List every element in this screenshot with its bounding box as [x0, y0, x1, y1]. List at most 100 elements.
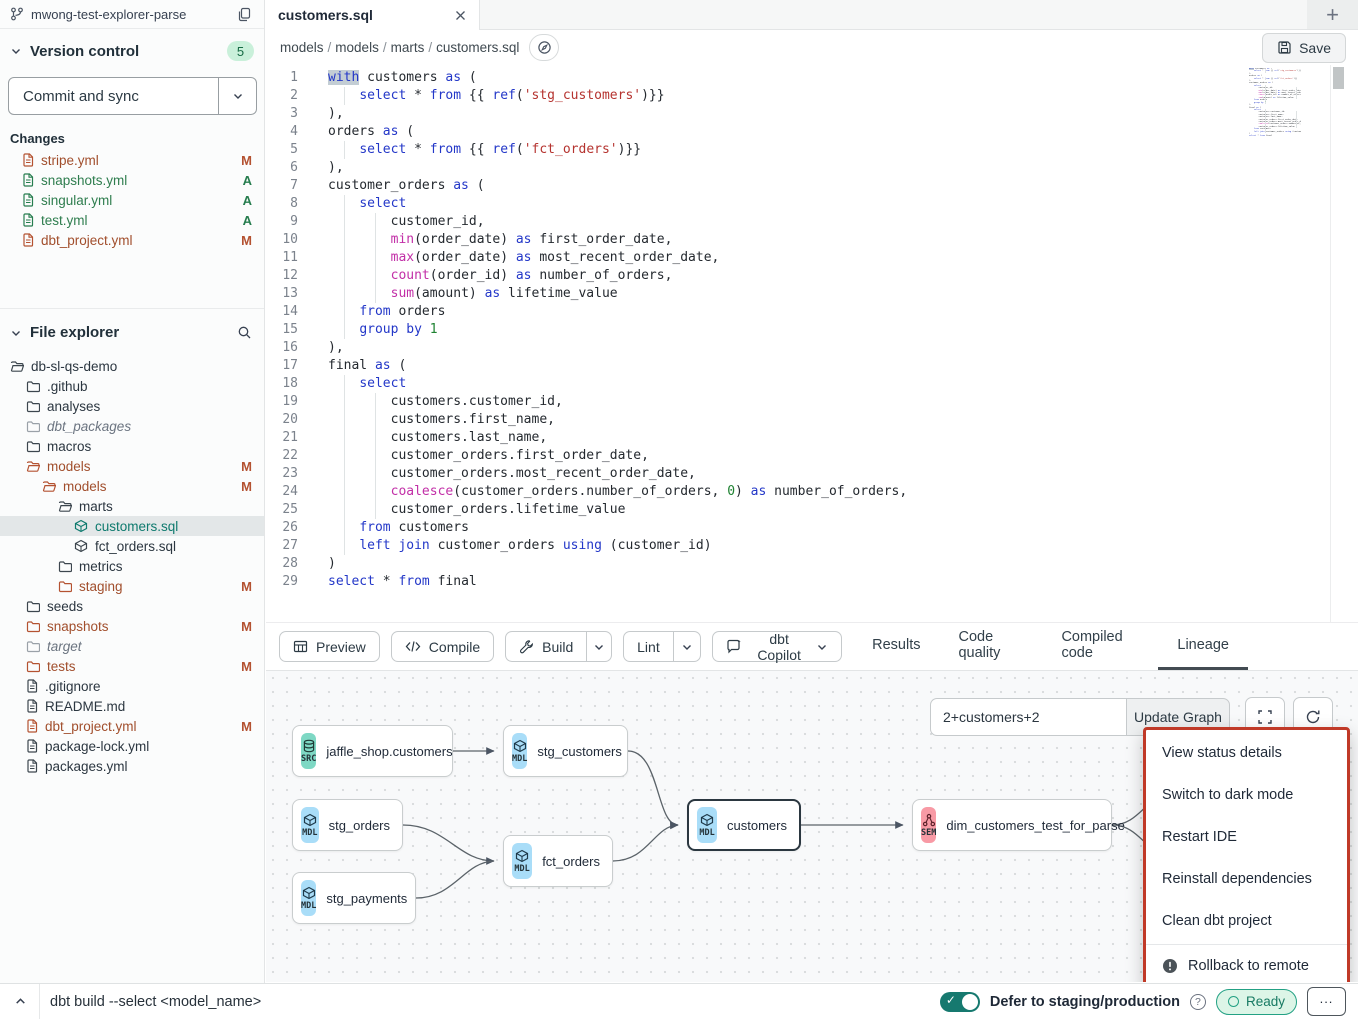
code-line[interactable]: 19 customers.customer_id, [266, 393, 1302, 411]
tree-item-db-sl-qs-demo[interactable]: db-sl-qs-demo [0, 356, 264, 376]
tree-item-dbt-project-yml[interactable]: dbt_project.ymlM [0, 716, 264, 736]
code-line[interactable]: 27 left join customer_orders using (cust… [266, 537, 1302, 555]
changed-file-row[interactable]: dbt_project.yml M [0, 230, 264, 250]
code-line[interactable]: 26 from customers [266, 519, 1302, 537]
tab-results[interactable]: Results [853, 623, 939, 670]
commit-and-sync-label[interactable]: Commit and sync [9, 78, 218, 114]
tree-item-tests[interactable]: testsM [0, 656, 264, 676]
lineage-panel[interactable]: SRC jaffle_shop.customers MDL stg_custom… [266, 671, 1358, 982]
code-line[interactable]: 15 group by 1 [266, 321, 1302, 339]
chevron-down-icon[interactable] [10, 45, 22, 57]
code-line[interactable]: 8 select [266, 195, 1302, 213]
code-line[interactable]: 14 from orders [266, 303, 1302, 321]
tree-item-models[interactable]: modelsM [0, 476, 264, 496]
menu-item-restart-ide[interactable]: Restart IDE [1146, 816, 1347, 858]
code-line[interactable]: 28) [266, 555, 1302, 573]
tree-item-customers-sql[interactable]: customers.sql [0, 516, 264, 536]
tree-item-readme-md[interactable]: README.md [0, 696, 264, 716]
lineage-node-dim-customers-test-for-parse[interactable]: SEM dim_customers_test_for_parse [912, 799, 1112, 851]
build-button[interactable]: Build [506, 632, 586, 661]
lineage-search-input[interactable] [930, 698, 1126, 736]
tree-item-models[interactable]: modelsM [0, 456, 264, 476]
code-editor[interactable]: 1with customers as (2 select * from {{ r… [266, 65, 1358, 623]
lint-button[interactable]: Lint [624, 632, 673, 661]
lineage-node-fct-orders[interactable]: MDL fct_orders [503, 835, 613, 887]
code-line[interactable]: 6), [266, 159, 1302, 177]
tab-compiled-code[interactable]: Compiled code [1042, 623, 1158, 670]
lineage-node-stg-orders[interactable]: MDL stg_orders [292, 799, 403, 851]
menu-item-switch-to-dark-mode[interactable]: Switch to dark mode [1146, 774, 1347, 816]
defer-toggle[interactable]: ✓ [940, 992, 980, 1012]
code-line[interactable]: 16), [266, 339, 1302, 357]
preview-button[interactable]: Preview [279, 631, 380, 662]
code-line[interactable]: 12 count(order_id) as number_of_orders, [266, 267, 1302, 285]
code-line[interactable]: 3), [266, 105, 1302, 123]
code-line[interactable]: 9 customer_id, [266, 213, 1302, 231]
lineage-node-stg-payments[interactable]: MDL stg_payments [292, 872, 416, 924]
menu-item-rollback-to-remote[interactable]: Rollback to remote [1146, 947, 1347, 982]
code-line[interactable]: 4orders as ( [266, 123, 1302, 141]
lineage-navigate-button[interactable] [529, 34, 559, 61]
close-icon[interactable] [454, 9, 467, 22]
editor-scrollbar[interactable] [1330, 65, 1345, 622]
tree-item-fct-orders-sql[interactable]: fct_orders.sql [0, 536, 264, 556]
lineage-node-stg-customers[interactable]: MDL stg_customers [503, 725, 628, 777]
tree-item-dbt-packages[interactable]: dbt_packages [0, 416, 264, 436]
lineage-node-jaffle-shop-customers[interactable]: SRC jaffle_shop.customers [292, 725, 453, 777]
tree-item-snapshots[interactable]: snapshotsM [0, 616, 264, 636]
code-line[interactable]: 13 sum(amount) as lifetime_value [266, 285, 1302, 303]
tab-lineage[interactable]: Lineage [1158, 623, 1248, 670]
tab-customers-sql[interactable]: customers.sql [266, 0, 480, 30]
lineage-node-customers[interactable]: MDL customers [687, 799, 801, 851]
code-line[interactable]: 29select * from final [266, 573, 1302, 591]
tree-item-package-lock-yml[interactable]: package-lock.yml [0, 736, 264, 756]
tree-item-target[interactable]: target [0, 636, 264, 656]
code-line[interactable]: 18 select [266, 375, 1302, 393]
build-options-chevron[interactable] [586, 632, 611, 661]
save-button[interactable]: Save [1262, 33, 1346, 63]
breadcrumb-segment[interactable]: models [335, 40, 379, 55]
tab-code-quality[interactable]: Code quality [939, 623, 1042, 670]
code-line[interactable]: 25 customer_orders.lifetime_value [266, 501, 1302, 519]
tree-item-staging[interactable]: stagingM [0, 576, 264, 596]
code-line[interactable]: 21 customers.last_name, [266, 429, 1302, 447]
changed-file-row[interactable]: stripe.yml M [0, 150, 264, 170]
status-badge[interactable]: Ready [1216, 989, 1297, 1015]
breadcrumb-segment[interactable]: marts [391, 40, 425, 55]
menu-item-view-status-details[interactable]: View status details [1146, 732, 1347, 774]
code-line[interactable]: 22 customer_orders.first_order_date, [266, 447, 1302, 465]
code-line[interactable]: 24 coalesce(customer_orders.number_of_or… [266, 483, 1302, 501]
code-line[interactable]: 2 select * from {{ ref('stg_customers')}… [266, 87, 1302, 105]
code-line[interactable]: 17final as ( [266, 357, 1302, 375]
code-line[interactable]: 11 max(order_date) as most_recent_order_… [266, 249, 1302, 267]
new-tab-button[interactable]: + [1307, 0, 1358, 29]
tree-item-macros[interactable]: macros [0, 436, 264, 456]
expand-panel-button[interactable] [12, 993, 29, 1010]
tree-item--github[interactable]: .github [0, 376, 264, 396]
chevron-down-icon[interactable] [10, 327, 22, 339]
tree-item-metrics[interactable]: metrics [0, 556, 264, 576]
tree-item-packages-yml[interactable]: packages.yml [0, 756, 264, 776]
code-line[interactable]: 10 min(order_date) as first_order_date, [266, 231, 1302, 249]
tree-item-analyses[interactable]: analyses [0, 396, 264, 416]
code-line[interactable]: 7customer_orders as ( [266, 177, 1302, 195]
lint-options-chevron[interactable] [673, 632, 700, 661]
help-icon[interactable]: ? [1190, 994, 1206, 1010]
code-line[interactable]: 1with customers as ( [266, 69, 1302, 87]
code-line[interactable]: 23 customer_orders.most_recent_order_dat… [266, 465, 1302, 483]
menu-item-clean-dbt-project[interactable]: Clean dbt project [1146, 900, 1347, 942]
changed-file-row[interactable]: snapshots.yml A [0, 170, 264, 190]
tree-item-marts[interactable]: marts [0, 496, 264, 516]
file-search-button[interactable] [235, 323, 254, 342]
menu-item-reinstall-dependencies[interactable]: Reinstall dependencies [1146, 858, 1347, 900]
breadcrumb-segment[interactable]: customers.sql [436, 40, 519, 55]
commit-and-sync-button[interactable]: Commit and sync [8, 77, 257, 115]
tree-item--gitignore[interactable]: .gitignore [0, 676, 264, 696]
commit-options-chevron[interactable] [218, 78, 256, 114]
tree-item-seeds[interactable]: seeds [0, 596, 264, 616]
breadcrumb-segment[interactable]: models [280, 40, 324, 55]
compile-button[interactable]: Compile [391, 631, 494, 662]
code-line[interactable]: 20 customers.first_name, [266, 411, 1302, 429]
code-line[interactable]: 5 select * from {{ ref('fct_orders')}} [266, 141, 1302, 159]
more-options-button[interactable]: ... [1307, 987, 1346, 1016]
